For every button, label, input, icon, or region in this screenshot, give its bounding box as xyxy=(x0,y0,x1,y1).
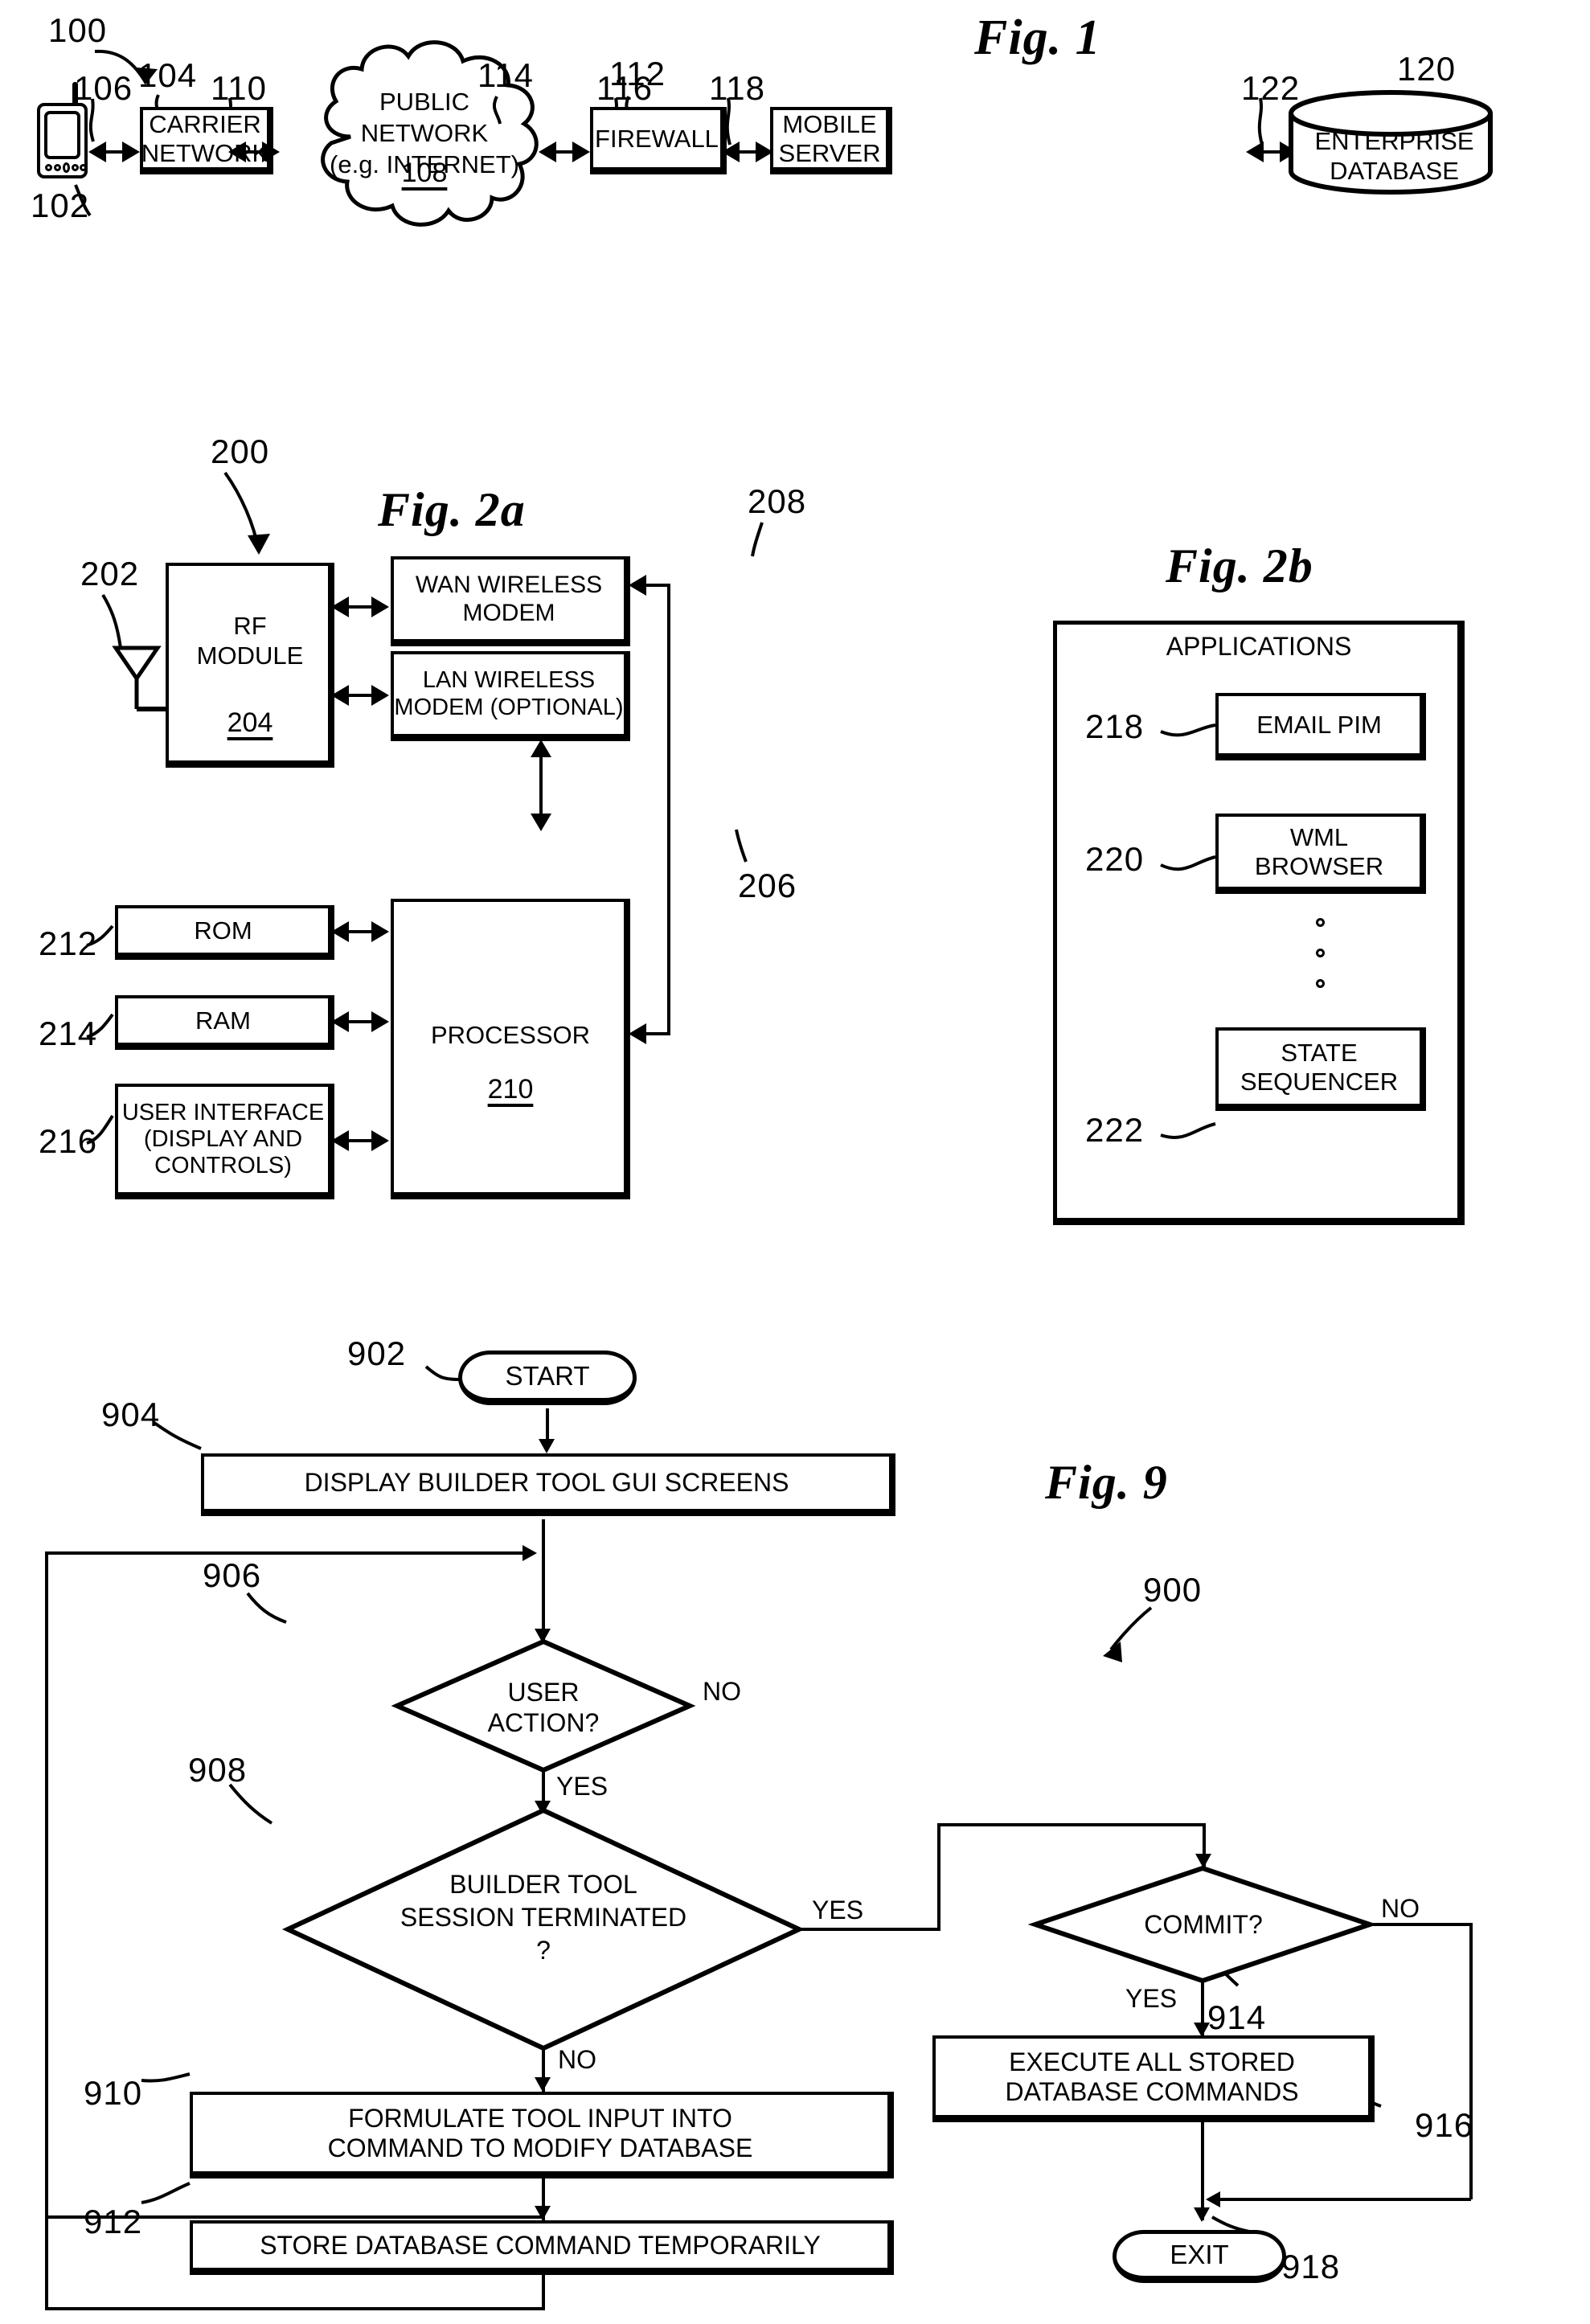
ram-box: RAM xyxy=(115,995,334,1050)
fig9-ref-start: 902 xyxy=(347,1334,407,1372)
processor-label: PROCESSOR xyxy=(430,1021,591,1049)
enterprise-database-label: ENTERPRISE DATABASE xyxy=(1314,127,1474,186)
fig2a-ref-system: 200 xyxy=(211,432,270,470)
public-network-ref: 108 xyxy=(401,158,448,188)
fig2a-ref-rom: 212 xyxy=(39,924,98,962)
session-yes-label: YES xyxy=(812,1896,864,1924)
fig2a-ref-lan: 206 xyxy=(738,867,797,904)
email-pim-box: EMAIL PIM xyxy=(1215,693,1426,760)
user-action-no-label: NO xyxy=(703,1677,741,1706)
display-gui-label: DISPLAY BUILDER TOOL GUI SCREENS xyxy=(304,1468,789,1498)
fig9-ref-formulate: 910 xyxy=(84,2074,143,2112)
email-pim-label: EMAIL PIM xyxy=(1256,710,1382,739)
carrier-network-box: CARRIER NETWORK xyxy=(140,107,273,174)
fig1-arrow-106 xyxy=(88,141,140,162)
fig2a-ref-antenna: 202 xyxy=(80,555,140,592)
lan-wireless-modem-box: LAN WIRELESS MODEM (OPTIONAL) xyxy=(391,651,630,741)
arrow-start-to-display xyxy=(537,1408,558,1455)
rom-box: ROM xyxy=(115,905,334,960)
fig1-ref-link-110: 110 xyxy=(211,69,267,107)
fig1-title: Fig. 1 xyxy=(974,10,1101,65)
display-gui-process-box: DISPLAY BUILDER TOOL GUI SCREENS xyxy=(201,1453,895,1516)
user-interface-box: USER INTERFACE (DISPLAY AND CONTROLS) xyxy=(115,1084,334,1199)
fig1-ref-db: 120 xyxy=(1397,50,1457,88)
user-action-label: USER ACTION? xyxy=(487,1678,600,1738)
wan-wireless-modem-box: WAN WIRELESS MODEM xyxy=(391,556,630,646)
wml-browser-box: WML BROWSER xyxy=(1215,814,1426,894)
exit-label: EXIT xyxy=(1170,2240,1229,2270)
store-command-label: STORE DATABASE COMMAND TEMPORARILY xyxy=(260,2231,821,2260)
ui-processor-arrow xyxy=(331,1130,391,1151)
rom-label: ROM xyxy=(194,916,252,945)
session-no-label: NO xyxy=(558,2045,596,2074)
exit-terminator: EXIT xyxy=(1113,2230,1286,2283)
session-terminated-label: BUILDER TOOL SESSION TERMINATED ? xyxy=(400,1870,687,1965)
state-sequencer-label: STATE SEQUENCER xyxy=(1240,1039,1399,1096)
fig9-ref-useraction: 906 xyxy=(203,1556,262,1594)
rf-wan-double-arrow xyxy=(331,596,391,617)
lan-processor-double-arrow xyxy=(531,740,551,833)
start-terminator: START xyxy=(458,1351,637,1405)
rf-module-label: RF MODULE xyxy=(196,612,304,670)
start-label: START xyxy=(505,1361,590,1392)
fig2b-title: Fig. 2b xyxy=(1166,539,1313,592)
fig9-ref-execute: 916 xyxy=(1415,2106,1474,2144)
commit-yes-label: YES xyxy=(1125,1984,1178,2013)
fig1-ref-server: 112 xyxy=(609,55,666,92)
rom-processor-arrow xyxy=(331,921,391,942)
formulate-command-box: FORMULATE TOOL INPUT INTO COMMAND TO MOD… xyxy=(190,2092,894,2178)
fig1-ref-device: 102 xyxy=(31,186,90,224)
fig2b-ref-wml: 220 xyxy=(1085,840,1145,878)
fig2b-ref-state: 222 xyxy=(1085,1111,1145,1149)
ram-label: RAM xyxy=(195,1006,251,1035)
wml-browser-label: WML BROWSER xyxy=(1254,823,1384,880)
user-action-yes-label: YES xyxy=(556,1772,609,1801)
fig2a-ref-ui: 216 xyxy=(39,1122,98,1160)
fig1-ref-carrier: 104 xyxy=(138,56,198,94)
store-command-box: STORE DATABASE COMMAND TEMPORARILY xyxy=(190,2220,894,2275)
fig9-ref-store: 912 xyxy=(84,2203,143,2240)
rf-lan-double-arrow xyxy=(331,685,391,706)
mobile-server-label: MOBILE SERVER xyxy=(778,110,881,167)
antenna-icon xyxy=(96,635,177,723)
fig9-ref-exit: 918 xyxy=(1281,2248,1341,2285)
execute-commands-box: EXECUTE ALL STORED DATABASE COMMANDS xyxy=(932,2035,1375,2122)
fig1-arrow-110 xyxy=(228,141,280,162)
lan-wireless-modem-label: LAN WIRELESS MODEM (OPTIONAL) xyxy=(394,667,624,720)
fig2a-ref-wan: 208 xyxy=(748,482,807,520)
processor-ref: 210 xyxy=(487,1074,534,1105)
wan-wireless-modem-label: WAN WIRELESS MODEM xyxy=(415,572,603,626)
formulate-command-label: FORMULATE TOOL INPUT INTO COMMAND TO MOD… xyxy=(327,2104,753,2162)
firewall-label: FIREWALL xyxy=(595,124,719,153)
patent-drawing-sheet: Fig. 1 100 106 104 110 116 114 118 112 1… xyxy=(0,0,1590,2324)
applications-label: APPLICATIONS xyxy=(1166,632,1352,661)
ram-processor-arrow xyxy=(331,1011,391,1032)
fig2b-ref-email: 218 xyxy=(1085,707,1145,745)
fig9-ref-system: 900 xyxy=(1143,1571,1203,1609)
fig1-arrow-118 xyxy=(722,141,773,162)
rf-wan-arrow xyxy=(333,566,389,587)
fig1-ref-link-118: 118 xyxy=(709,69,765,107)
fig1-arrow-116 xyxy=(539,141,590,162)
firewall-box: FIREWALL xyxy=(590,107,727,174)
fig2a-ref-ram: 214 xyxy=(39,1014,98,1052)
fig9-ref-commit: 914 xyxy=(1207,1998,1267,2036)
fig9-ref-display: 904 xyxy=(101,1396,161,1433)
execute-commands-label: EXECUTE ALL STORED DATABASE COMMANDS xyxy=(1005,2047,1299,2106)
fig9-title: Fig. 9 xyxy=(1045,1456,1168,1509)
user-interface-label: USER INTERFACE (DISPLAY AND CONTROLS) xyxy=(121,1099,325,1179)
fig2a-title: Fig. 2a xyxy=(378,483,526,536)
fig9-ref-session: 908 xyxy=(188,1751,248,1789)
mobile-server-box: MOBILE SERVER xyxy=(770,107,892,174)
commit-label: COMMIT? xyxy=(1144,1910,1263,1939)
mobile-device-icon xyxy=(37,82,90,178)
fig1-ref-system: 100 xyxy=(48,11,108,49)
rf-module-ref: 204 xyxy=(227,707,273,738)
state-sequencer-box: STATE SEQUENCER xyxy=(1215,1027,1426,1111)
commit-no-label: NO xyxy=(1381,1894,1420,1923)
enterprise-database-cylinder: ENTERPRISE DATABASE xyxy=(1288,90,1501,195)
